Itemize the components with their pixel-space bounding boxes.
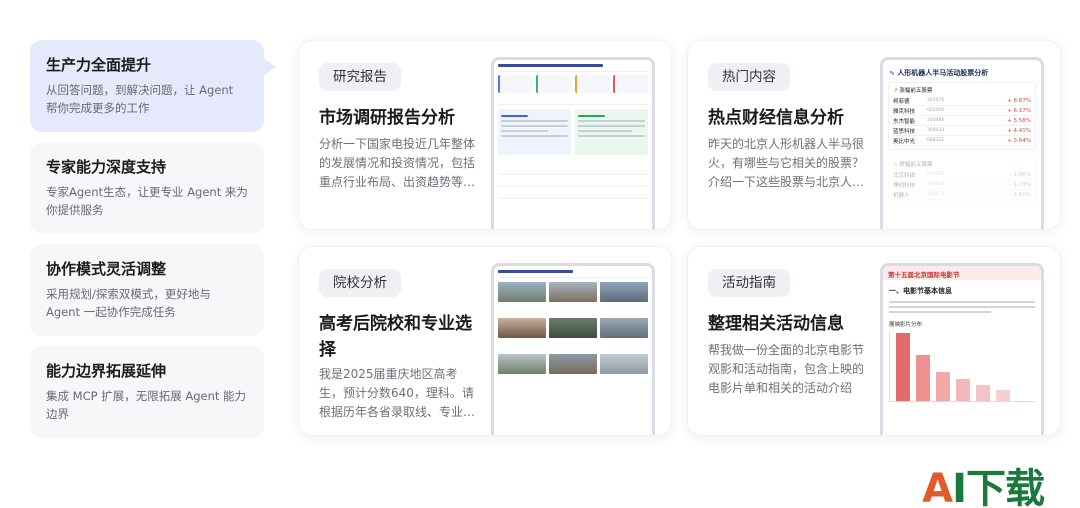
card-title: 整理相关活动信息 [708,314,844,334]
card-desc: 分析一下国家电投近几年整体的发展情况和投资情况，包括重点行业布局、出资趋势等… [319,137,476,189]
preview-title-bar [498,64,648,72]
card-tag: 活动指南 [708,269,790,297]
stock-row: 博创科技 300548- 1.73% [893,181,1031,190]
film-section-title: 一、电影节基本信息 [889,287,952,295]
preview-title-bar [498,270,648,278]
preview-stats [494,75,652,93]
film-bar [916,355,930,401]
preview-panels [494,109,652,155]
feature-desc: 从回答问题，到解决问题，让 Agent 帮你完成更多的工作 [46,83,234,115]
card-desc: 昨天的北京人形机器人半马很火，有哪些与它相关的股票？介绍一下这些股票与北京人… [708,137,865,189]
card-title: 高考后院校和专业选择 [319,314,472,360]
film-preview-screenshot: 第十五届北京国际电影节 一、电影节基本信息 展映影片分布 [880,263,1044,435]
card-tag: 热门内容 [708,63,790,91]
feature-desc: 专家Agent生态，让更专业 Agent 来为你提供服务 [46,185,248,217]
stock-row: 北京科锐 002350- 1.96% [893,171,1031,180]
feature-title: 能力边界拓展延伸 [46,362,167,380]
stock-down-list: ↘ 跌幅前五股票 北京科锐 002350- 1.96% 博创科技 300548- 1… [888,156,1036,204]
stock-row: 奥比中光 688322 + 3.64% [893,137,1031,146]
stock-preview-screenshot: ∿ 人形机器人半马活动股票分析 ↗ 涨幅前五股票 柯菲德 301076 + 8.87… [880,57,1044,229]
feature-item-mcp[interactable]: 能力边界拓展延伸 集成 MCP 扩展，无限拓展 Agent 能力边界 [30,346,264,438]
film-chart-label: 展映影片分布 [889,322,923,328]
film-bar-chart [889,332,1035,402]
preview-divider [498,191,648,199]
college-preview-screenshot [491,263,655,435]
card-tag: 研究报告 [319,63,401,91]
film-bar [896,333,910,401]
stock-up-head: 涨幅前五股票 [899,88,933,94]
feature-title: 生产力全面提升 [46,56,152,74]
film-text-block [883,301,1041,313]
site-logo: AI下载 [922,466,1045,508]
card-title: 市场调研报告分析 [319,108,455,128]
card-research-report[interactable]: 研究报告 市场调研报告分析 分析一下国家电投近几年整体的发展情况和投资情况，包括… [298,40,672,230]
campus-photo [600,354,648,374]
stock-row: 雅克科技 002409 + 6.17% [893,107,1031,116]
card-college-analysis[interactable]: 院校分析 高考后院校和专业选择 我是2025届重庆地区高考生，预计分数640，理… [298,246,672,436]
stock-row: 机器人 300024- 1.60% [893,191,1031,200]
campus-photo [498,318,546,338]
card-desc: 帮我做一份全面的北京电影节观影和活动指南，包含上映的电影片单和相关的活动介绍 [708,343,865,395]
campus-photo [600,282,648,302]
campus-photo [498,282,546,302]
campus-photo-grid [494,278,652,378]
film-bar [936,372,950,401]
feature-title: 协作模式灵活调整 [46,260,167,278]
film-bar [976,385,990,401]
stock-title: ∿ 人形机器人半马活动股票分析 [889,69,989,77]
film-bar [996,390,1010,401]
feature-item-collaboration[interactable]: 协作模式灵活调整 采用规划/探索双模式，更好地与 Agent 一起协作完成任务 [30,244,264,336]
stock-row: 东杰智能 300486 + 5.58% [893,117,1031,126]
preview-divider [498,167,648,175]
card-hot-content[interactable]: 热门内容 热点财经信息分析 昨天的北京人形机器人半马很火，有哪些与它相关的股票？… [687,40,1061,230]
stock-row: 蓝思科技 300433 + 4.41% [893,127,1031,136]
campus-photo [549,354,597,374]
feature-title: 专家能力深度支持 [46,158,167,176]
film-festival-header: 第十五届北京国际电影节 [883,266,1041,280]
feature-desc: 集成 MCP 扩展，无限拓展 Agent 能力边界 [46,389,247,421]
preview-divider [498,97,648,105]
stock-down-head: 跌幅前五股票 [899,162,933,168]
campus-photo [549,282,597,302]
feature-item-expert[interactable]: 专家能力深度支持 专家Agent生态，让更专业 Agent 来为你提供服务 [30,142,264,234]
campus-photo [498,354,546,374]
feature-item-productivity[interactable]: 生产力全面提升 从回答问题，到解决问题，让 Agent 帮你完成更多的工作 [30,40,276,132]
stock-up-list: ↗ 涨幅前五股票 柯菲德 301076 + 8.87% 雅克科技 002409 + 6.… [888,82,1036,150]
report-preview-screenshot [491,57,655,229]
preview-divider [498,179,648,187]
stock-row: 柯菲德 301076 + 8.87% [893,97,1031,106]
feature-desc: 采用规划/探索双模式，更好地与 Agent 一起协作完成任务 [46,287,211,319]
card-title: 热点财经信息分析 [708,108,844,128]
card-desc: 我是2025届重庆地区高考生，预计分数640，理科。请根据历年各省录取线、专业热… [319,367,476,419]
card-event-guide[interactable]: 活动指南 整理相关活动信息 帮我做一份全面的北京电影节观影和活动指南，包含上映的… [687,246,1061,436]
film-bar [956,379,970,401]
card-tag: 院校分析 [319,269,401,297]
campus-photo [600,318,648,338]
campus-photo [549,318,597,338]
